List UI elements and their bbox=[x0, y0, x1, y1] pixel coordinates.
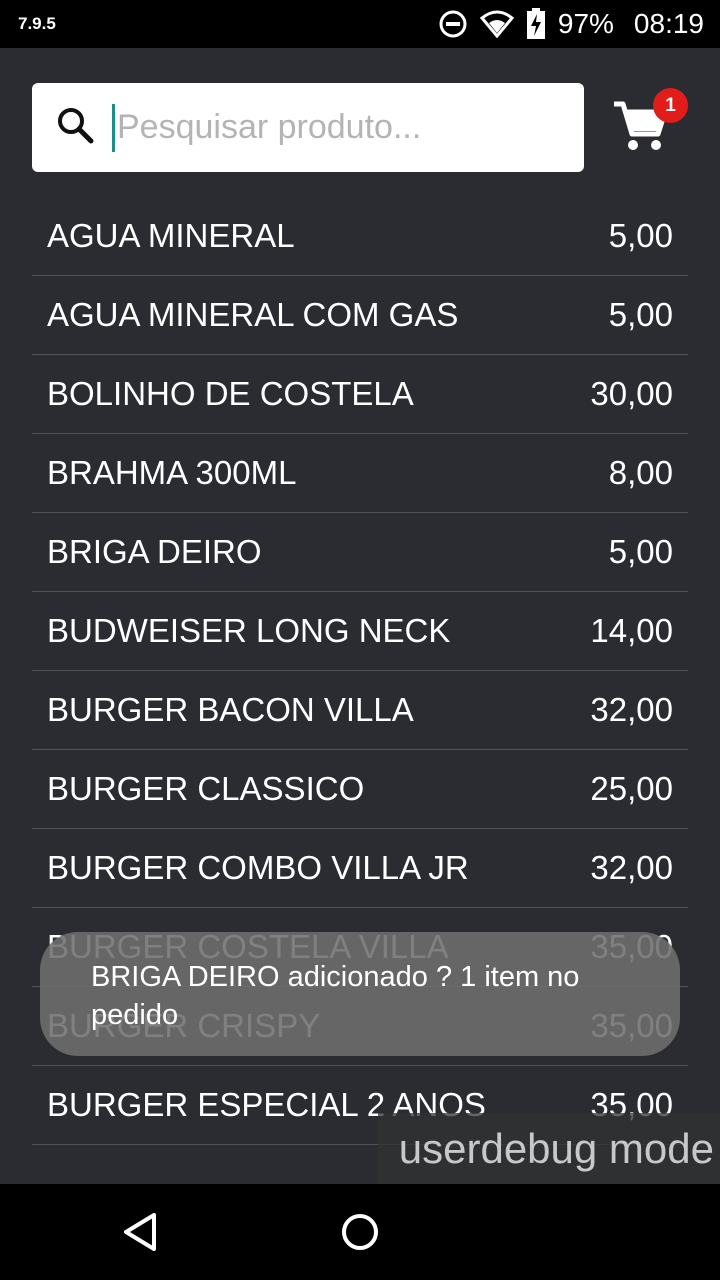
product-name: AGUA MINERAL COM GAS bbox=[47, 296, 459, 333]
product-row[interactable]: AGUA MINERAL 5,00 bbox=[32, 197, 688, 276]
product-name: BOLINHO DE COSTELA bbox=[47, 375, 414, 412]
product-name: BURGER COMBO VILLA JR bbox=[47, 849, 469, 886]
product-row[interactable]: BURGER BACON VILLA 32,00 bbox=[32, 671, 688, 750]
status-bar: 7.9.5 97% 08:19 bbox=[0, 0, 720, 48]
product-price: 5,00 bbox=[608, 217, 673, 254]
product-price: 30,00 bbox=[590, 375, 673, 412]
clock: 08:19 bbox=[633, 8, 704, 39]
search-box[interactable] bbox=[32, 83, 584, 172]
product-name: AGUA MINERAL bbox=[47, 217, 295, 254]
search-input[interactable] bbox=[117, 97, 557, 158]
product-name: BURGER BACON VILLA bbox=[47, 691, 414, 728]
product-price: 8,00 bbox=[608, 454, 673, 491]
product-name: BRAHMA 300ML bbox=[47, 454, 297, 491]
battery-percent: 97% bbox=[557, 8, 614, 39]
wifi-icon bbox=[479, 10, 514, 38]
product-row[interactable]: BRAHMA 300ML 8,00 bbox=[32, 434, 688, 513]
product-row[interactable]: BURGER CLASSICO 25,00 bbox=[32, 750, 688, 829]
product-price: 14,00 bbox=[590, 612, 673, 649]
product-price: 32,00 bbox=[590, 691, 673, 728]
cart-icon bbox=[612, 101, 668, 158]
product-name: BURGER CLASSICO bbox=[47, 770, 365, 807]
do-not-disturb-icon bbox=[438, 9, 468, 39]
product-name: BRIGA DEIRO bbox=[47, 533, 262, 570]
product-row[interactable]: BOLINHO DE COSTELA 30,00 bbox=[32, 355, 688, 434]
status-icons: 97% 08:19 bbox=[438, 8, 704, 40]
product-row[interactable]: BRIGA DEIRO 5,00 bbox=[32, 513, 688, 592]
battery-charging-icon bbox=[526, 8, 546, 40]
screen: 7.9.5 97% 08:19 Pesquisar produto... 1 A… bbox=[0, 0, 720, 1280]
product-price: 5,00 bbox=[608, 296, 673, 333]
home-icon[interactable] bbox=[340, 1212, 380, 1257]
product-row[interactable]: BUDWEISER LONG NECK 14,00 bbox=[32, 592, 688, 671]
cart-badge: 1 bbox=[653, 88, 688, 123]
product-row[interactable]: AGUA MINERAL COM GAS 5,00 bbox=[32, 276, 688, 355]
product-row[interactable]: BURGER COMBO VILLA JR 32,00 bbox=[32, 829, 688, 908]
product-price: 25,00 bbox=[590, 770, 673, 807]
toast-message: BRIGA DEIRO adicionado ? 1 item no pedid… bbox=[40, 932, 680, 1056]
search-icon bbox=[56, 106, 94, 149]
back-icon[interactable] bbox=[120, 1212, 160, 1257]
debug-mode-label: userdebug mode bbox=[378, 1113, 720, 1184]
product-price: 32,00 bbox=[590, 849, 673, 886]
text-cursor bbox=[112, 103, 115, 152]
product-price: 5,00 bbox=[608, 533, 673, 570]
navigation-bar bbox=[0, 1184, 720, 1280]
product-name: BUDWEISER LONG NECK bbox=[47, 612, 451, 649]
app-version: 7.9.5 bbox=[18, 14, 56, 33]
